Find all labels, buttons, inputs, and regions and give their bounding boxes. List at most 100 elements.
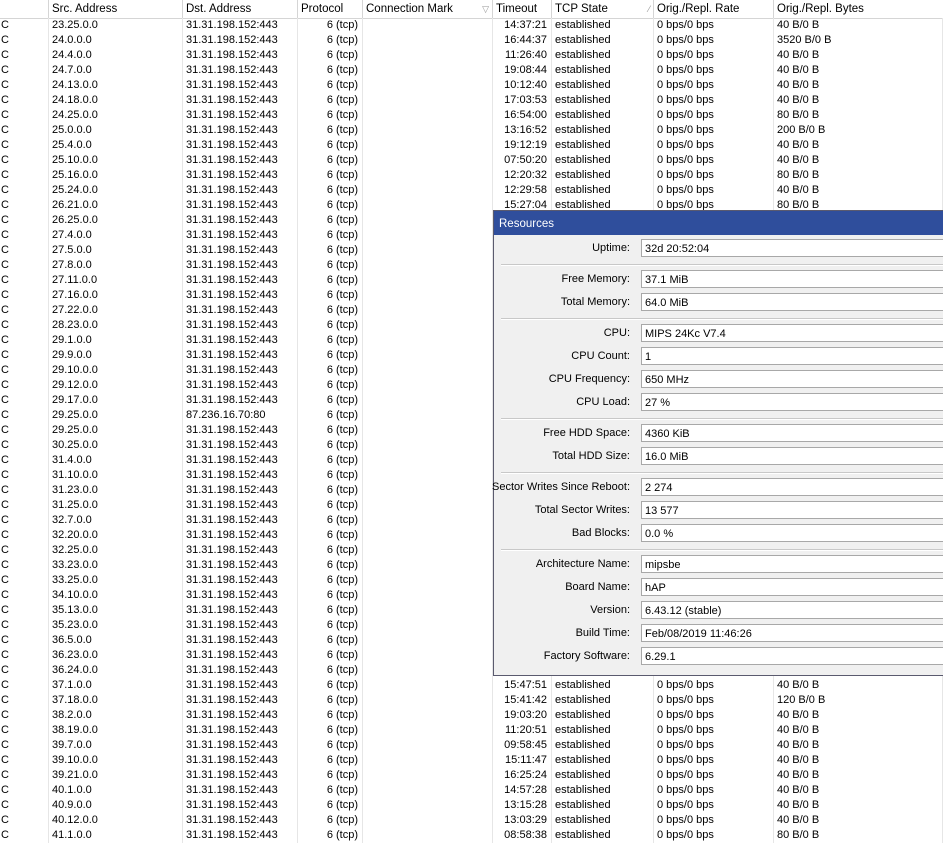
cell-src: 37.18.0.0 xyxy=(49,693,183,708)
resources-window-title[interactable]: Resources xyxy=(494,211,943,235)
cpu-frequency-value[interactable]: 650 MHz xyxy=(641,370,943,388)
table-row[interactable]: C 25.10.0.0 31.31.198.152:443 6 (tcp) 07:50:… xyxy=(0,153,943,168)
table-row[interactable]: C 40.12.0.0 31.31.198.152:443 6 (tcp) 13:03:… xyxy=(0,813,943,828)
table-row[interactable]: C 40.1.0.0 31.31.198.152:443 6 (tcp) 14:57:2… xyxy=(0,783,943,798)
cell-bytes: 200 B/0 B xyxy=(774,123,943,138)
cell-mark xyxy=(363,798,493,813)
build-time-value[interactable]: Feb/08/2019 11:46:26 xyxy=(641,624,943,642)
table-row[interactable]: C 24.25.0.0 31.31.198.152:443 6 (tcp) 16:54:… xyxy=(0,108,943,123)
table-row[interactable]: C 39.10.0.0 31.31.198.152:443 6 (tcp) 15:11:… xyxy=(0,753,943,768)
cell-flag: C xyxy=(0,423,49,438)
resources-window[interactable]: Resources Uptime: 32d 20:52:04 Free Memory… xyxy=(492,210,943,676)
cell-mark xyxy=(363,468,493,483)
factory-software-value[interactable]: 6.29.1 xyxy=(641,647,943,665)
table-row[interactable]: C 24.4.0.0 31.31.198.152:443 6 (tcp) 11:26:4… xyxy=(0,48,943,63)
cell-bytes: 40 B/0 B xyxy=(774,768,943,783)
cell-dst: 31.31.198.152:443 xyxy=(183,108,298,123)
table-row[interactable]: C 24.18.0.0 31.31.198.152:443 6 (tcp) 17:03:… xyxy=(0,93,943,108)
cell-dst: 31.31.198.152:443 xyxy=(183,543,298,558)
cell-mark xyxy=(363,18,493,33)
sector-writes-since-reboot-value[interactable]: 2 274 xyxy=(641,478,943,496)
cell-mark xyxy=(363,498,493,513)
cell-rate: 0 bps/0 bps xyxy=(654,723,774,738)
cell-mark xyxy=(363,168,493,183)
column-header-rate[interactable]: Orig./Repl. Rate xyxy=(654,0,774,18)
separator xyxy=(501,318,943,320)
cell-dst: 31.31.198.152:443 xyxy=(183,513,298,528)
free-memory-value[interactable]: 37.1 MiB xyxy=(641,270,943,288)
cell-proto: 6 (tcp) xyxy=(298,168,363,183)
cell-dst: 31.31.198.152:443 xyxy=(183,633,298,648)
table-row[interactable]: C 40.9.0.0 31.31.198.152:443 6 (tcp) 13:15:2… xyxy=(0,798,943,813)
table-row[interactable]: C 37.18.0.0 31.31.198.152:443 6 (tcp) 15:41:… xyxy=(0,693,943,708)
table-row[interactable]: C 23.25.0.0 31.31.198.152:443 6 (tcp) 14:37:… xyxy=(0,18,943,33)
table-row[interactable]: C 38.19.0.0 31.31.198.152:443 6 (tcp) 11:20:… xyxy=(0,723,943,738)
table-row[interactable]: C 25.4.0.0 31.31.198.152:443 6 (tcp) 19:12:1… xyxy=(0,138,943,153)
column-header-tcp-state[interactable]: TCP State ⁄ xyxy=(552,0,654,18)
column-header-timeout[interactable]: Timeout xyxy=(493,0,552,18)
table-row[interactable]: C 25.0.0.0 31.31.198.152:443 6 (tcp) 13:16:5… xyxy=(0,123,943,138)
cell-proto: 6 (tcp) xyxy=(298,723,363,738)
cell-flag: C xyxy=(0,453,49,468)
cell-src: 34.10.0.0 xyxy=(49,588,183,603)
cell-dst: 31.31.198.152:443 xyxy=(183,528,298,543)
cpu-value[interactable]: MIPS 24Kc V7.4 xyxy=(641,324,943,342)
column-header-dst-address[interactable]: Dst. Address xyxy=(183,0,298,18)
cell-mark xyxy=(363,213,493,228)
cell-proto: 6 (tcp) xyxy=(298,258,363,273)
column-header-bytes[interactable]: Orig./Repl. Bytes xyxy=(774,0,943,18)
column-header-src-address[interactable]: Src. Address xyxy=(49,0,183,18)
free-hdd-space-value[interactable]: 4360 KiB xyxy=(641,424,943,442)
total-memory-value[interactable]: 64.0 MiB xyxy=(641,293,943,311)
column-header-flags[interactable] xyxy=(0,0,49,18)
cell-flag: C xyxy=(0,93,49,108)
cell-flag: C xyxy=(0,168,49,183)
column-header-protocol[interactable]: Protocol xyxy=(298,0,363,18)
cell-proto: 6 (tcp) xyxy=(298,93,363,108)
cell-mark xyxy=(363,78,493,93)
cell-src: 27.22.0.0 xyxy=(49,303,183,318)
cell-dst: 31.31.198.152:443 xyxy=(183,93,298,108)
cell-mark xyxy=(363,603,493,618)
bad-blocks-value[interactable]: 0.0 % xyxy=(641,524,943,542)
cell-state: established xyxy=(552,18,654,33)
table-row[interactable]: C 39.7.0.0 31.31.198.152:443 6 (tcp) 09:58:4… xyxy=(0,738,943,753)
board-name-value[interactable]: hAP xyxy=(641,578,943,596)
cell-rate: 0 bps/0 bps xyxy=(654,108,774,123)
cell-src: 33.25.0.0 xyxy=(49,573,183,588)
cell-timeout: 15:11:47 xyxy=(493,753,552,768)
cell-mark xyxy=(363,408,493,423)
column-header-connection-mark[interactable]: Connection Mark ▽ xyxy=(363,0,493,18)
table-row[interactable]: C 37.1.0.0 31.31.198.152:443 6 (tcp) 15:47:5… xyxy=(0,678,943,693)
total-hdd-size-value[interactable]: 16.0 MiB xyxy=(641,447,943,465)
total-sector-writes-value[interactable]: 13 577 xyxy=(641,501,943,519)
cpu-load-value[interactable]: 27 % xyxy=(641,393,943,411)
table-row[interactable]: C 39.21.0.0 31.31.198.152:443 6 (tcp) 16:25:… xyxy=(0,768,943,783)
cpu-count-value[interactable]: 1 xyxy=(641,347,943,365)
uptime-value[interactable]: 32d 20:52:04 xyxy=(641,239,943,257)
cell-mark xyxy=(363,453,493,468)
cell-timeout: 11:20:51 xyxy=(493,723,552,738)
table-row[interactable]: C 25.16.0.0 31.31.198.152:443 6 (tcp) 12:20:… xyxy=(0,168,943,183)
table-row[interactable]: C 24.13.0.0 31.31.198.152:443 6 (tcp) 10:12:… xyxy=(0,78,943,93)
cell-src: 29.1.0.0 xyxy=(49,333,183,348)
cell-mark xyxy=(363,93,493,108)
cell-src: 25.0.0.0 xyxy=(49,123,183,138)
cell-mark xyxy=(363,513,493,528)
board-name-label: Board Name: xyxy=(565,581,630,593)
cell-bytes: 40 B/0 B xyxy=(774,798,943,813)
cell-rate: 0 bps/0 bps xyxy=(654,768,774,783)
architecture-name-value[interactable]: mipsbe xyxy=(641,555,943,573)
version-value[interactable]: 6.43.12 (stable) xyxy=(641,601,943,619)
table-row[interactable]: C 38.2.0.0 31.31.198.152:443 6 (tcp) 19:03:2… xyxy=(0,708,943,723)
field-version: Version: 6.43.12 (stable) xyxy=(494,600,943,620)
table-row[interactable]: C 24.7.0.0 31.31.198.152:443 6 (tcp) 19:08:4… xyxy=(0,63,943,78)
cell-src: 29.25.0.0 xyxy=(49,408,183,423)
cell-flag: C xyxy=(0,768,49,783)
table-row[interactable]: C 25.24.0.0 31.31.198.152:443 6 (tcp) 12:29:… xyxy=(0,183,943,198)
sort-indicator-icon: ▽ xyxy=(482,4,489,14)
table-row[interactable]: C 24.0.0.0 31.31.198.152:443 6 (tcp) 16:44:3… xyxy=(0,33,943,48)
cell-src: 29.25.0.0 xyxy=(49,423,183,438)
cell-dst: 31.31.198.152:443 xyxy=(183,303,298,318)
factory-software-label: Factory Software: xyxy=(543,650,630,662)
